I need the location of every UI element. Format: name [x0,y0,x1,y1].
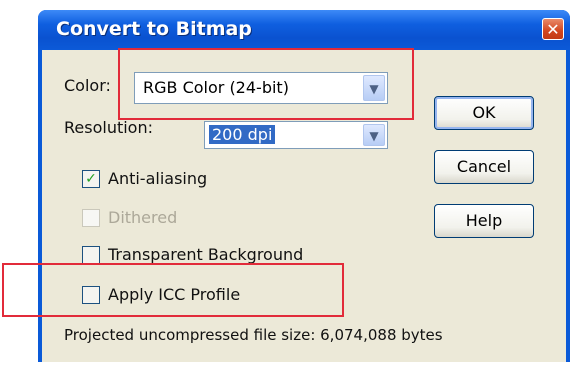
help-button[interactable]: Help [434,204,534,238]
close-icon: ✕ [546,20,560,39]
ok-button[interactable]: OK [434,96,534,130]
apply-icc-profile-highlight [2,263,344,317]
anti-aliasing-label: Anti-aliasing [108,169,208,188]
resolution-select-value: 200 dpi [209,125,276,144]
cancel-button[interactable]: Cancel [434,150,534,184]
color-select-highlight [118,48,414,120]
resolution-label: Resolution: [64,118,153,137]
dialog-title: Convert to Bitmap [56,18,252,40]
title-bar[interactable]: Convert to Bitmap ✕ [38,10,570,50]
dithered-label: Dithered [108,208,178,227]
chevron-down-icon[interactable]: ▼ [363,124,385,146]
transparent-background-label: Transparent Background [108,245,304,264]
color-label: Color: [64,76,111,95]
dithered-checkbox[interactable] [82,209,100,227]
close-button[interactable]: ✕ [542,18,564,40]
resolution-select[interactable]: 200 dpi ▼ [204,121,388,149]
file-size-status: Projected uncompressed file size: 6,074,… [64,326,443,344]
check-icon: ✓ [85,171,97,187]
transparent-background-checkbox[interactable] [82,246,100,264]
anti-aliasing-checkbox[interactable]: ✓ [82,170,100,188]
